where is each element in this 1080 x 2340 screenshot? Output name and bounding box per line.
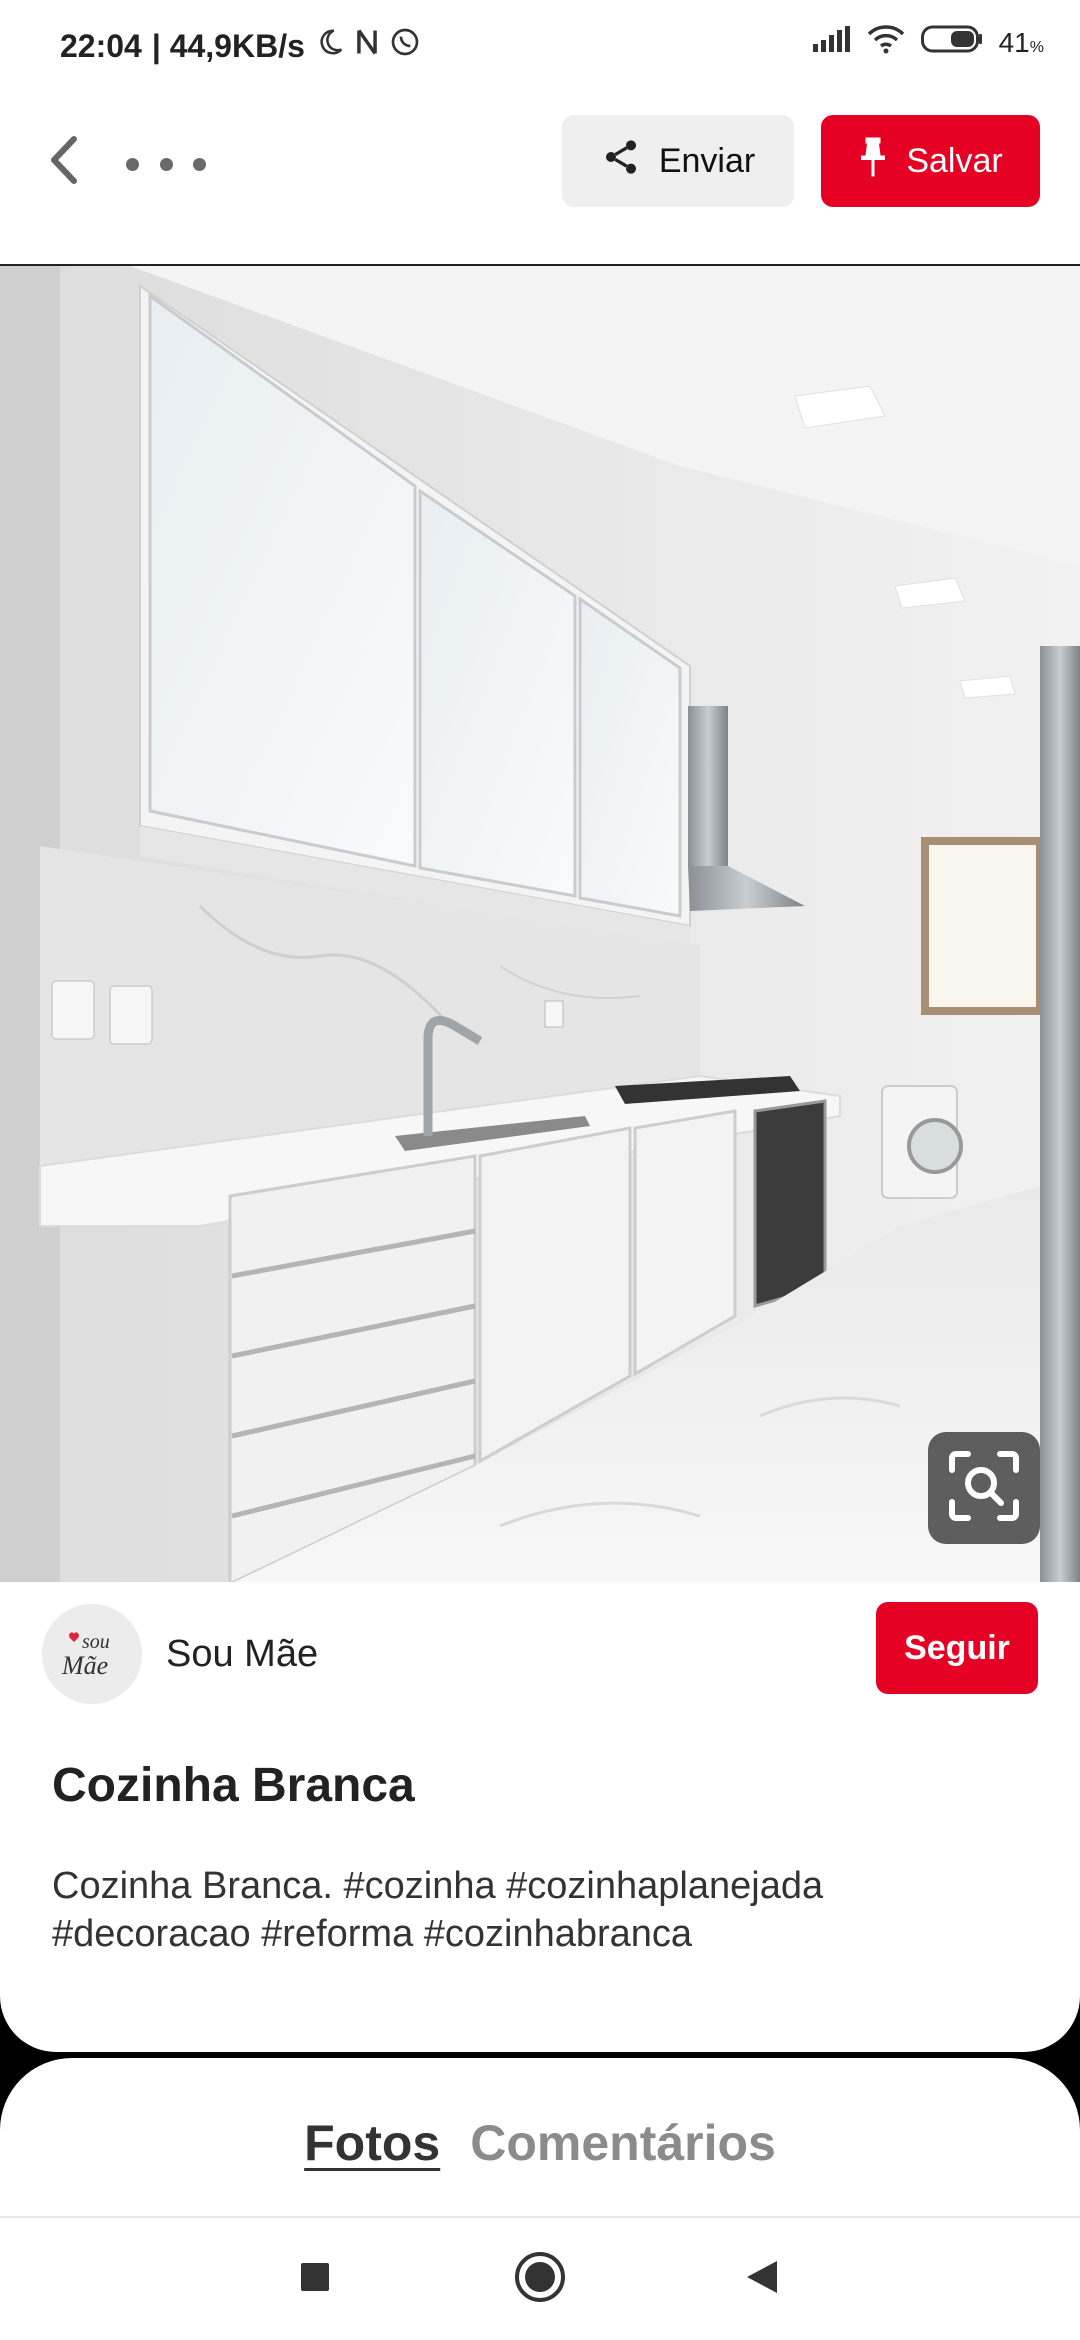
n-notification-icon: [355, 27, 379, 65]
battery-level: 41%: [998, 26, 1044, 58]
tab-comments[interactable]: Comentários: [470, 2114, 776, 2172]
wifi-icon: [867, 24, 905, 61]
status-bar: 22:04 | 44,9KB/s 41%: [0, 0, 1080, 100]
dot: [193, 157, 206, 171]
square-icon: [300, 2262, 330, 2297]
svg-text:Mãe: Mãe: [61, 1651, 108, 1680]
visual-search-icon: [946, 1448, 1022, 1529]
kitchen-photo: [0, 266, 1080, 1584]
creator-row[interactable]: sou Mãe Sou Mãe: [42, 1604, 318, 1704]
pin-detail-screen: 22:04 | 44,9KB/s 41% Enviar Salvar sou M…: [0, 0, 1080, 2340]
dot: [159, 157, 173, 171]
visual-search-button[interactable]: [928, 1432, 1040, 1544]
clock: 22:04: [60, 27, 142, 64]
circle-icon: [514, 2251, 566, 2308]
moon-icon: [315, 27, 345, 65]
network-speed: | 44,9KB/s: [151, 27, 305, 64]
svg-text:sou: sou: [82, 1631, 110, 1653]
follow-button[interactable]: Seguir: [876, 1602, 1038, 1694]
back-button[interactable]: [34, 132, 94, 192]
more-horizontal-icon: [126, 157, 206, 171]
save-button[interactable]: Salvar: [821, 115, 1040, 207]
status-left: 22:04 | 44,9KB/s: [60, 26, 421, 66]
dot: [126, 157, 139, 171]
battery-icon: [920, 25, 983, 60]
avatar[interactable]: sou Mãe: [42, 1604, 142, 1704]
chevron-left-icon: [46, 135, 82, 190]
home-button[interactable]: [507, 2246, 573, 2312]
pin-description: Cozinha Branca. #cozinha #cozinhaplaneja…: [52, 1865, 824, 1955]
tab-photos[interactable]: Fotos: [304, 2114, 440, 2172]
whatsapp-icon: [389, 26, 421, 66]
more-options-button[interactable]: [126, 144, 206, 184]
creator-name[interactable]: Sou Mãe: [166, 1633, 318, 1676]
bottom-sheet: Fotos Comentários: [0, 2058, 1080, 2218]
pin-title: Cozinha Branca: [52, 1759, 415, 1812]
creator-logo: sou Mãe: [42, 1604, 142, 1704]
pin-image[interactable]: [0, 264, 1080, 1584]
system-nav-bar: [0, 2218, 1080, 2340]
save-label: Salvar: [906, 141, 1003, 180]
signal-icon: [811, 26, 851, 59]
recent-apps-button[interactable]: [282, 2246, 348, 2312]
tab-bar: Fotos Comentários: [0, 2114, 1080, 2172]
send-label: Enviar: [658, 141, 756, 180]
triangle-back-icon: [745, 2259, 779, 2300]
send-button[interactable]: Enviar: [562, 115, 794, 207]
top-action-bar: Enviar Salvar: [0, 100, 1080, 264]
nav-back-button[interactable]: [729, 2246, 795, 2312]
pin-icon: [858, 136, 888, 187]
status-right: 41%: [811, 24, 1044, 61]
pin-details: sou Mãe Sou Mãe Seguir Cozinha Branca Co…: [0, 1582, 1080, 2052]
share-icon: [601, 137, 641, 186]
